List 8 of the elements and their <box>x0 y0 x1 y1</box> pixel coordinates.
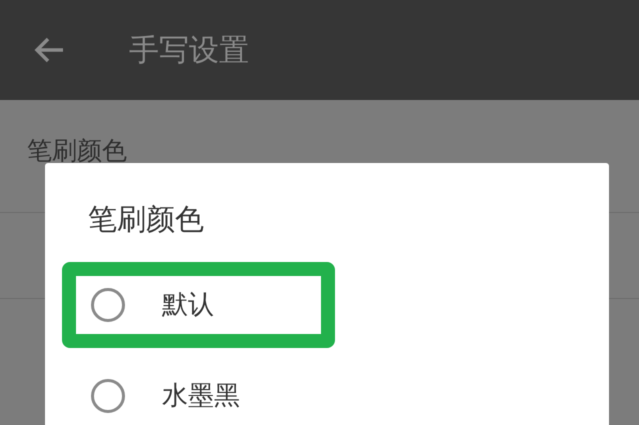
radio-button[interactable] <box>91 379 125 413</box>
radio-button[interactable] <box>91 288 125 322</box>
dialog-title: 笔刷颜色 <box>87 201 205 238</box>
option-label: 水墨黑 <box>162 380 240 412</box>
option-label: 默认 <box>162 288 214 322</box>
radio-option[interactable]: 水墨黑 <box>91 376 240 416</box>
back-icon[interactable] <box>33 36 65 64</box>
app-bar-title: 手写设置 <box>129 32 249 70</box>
